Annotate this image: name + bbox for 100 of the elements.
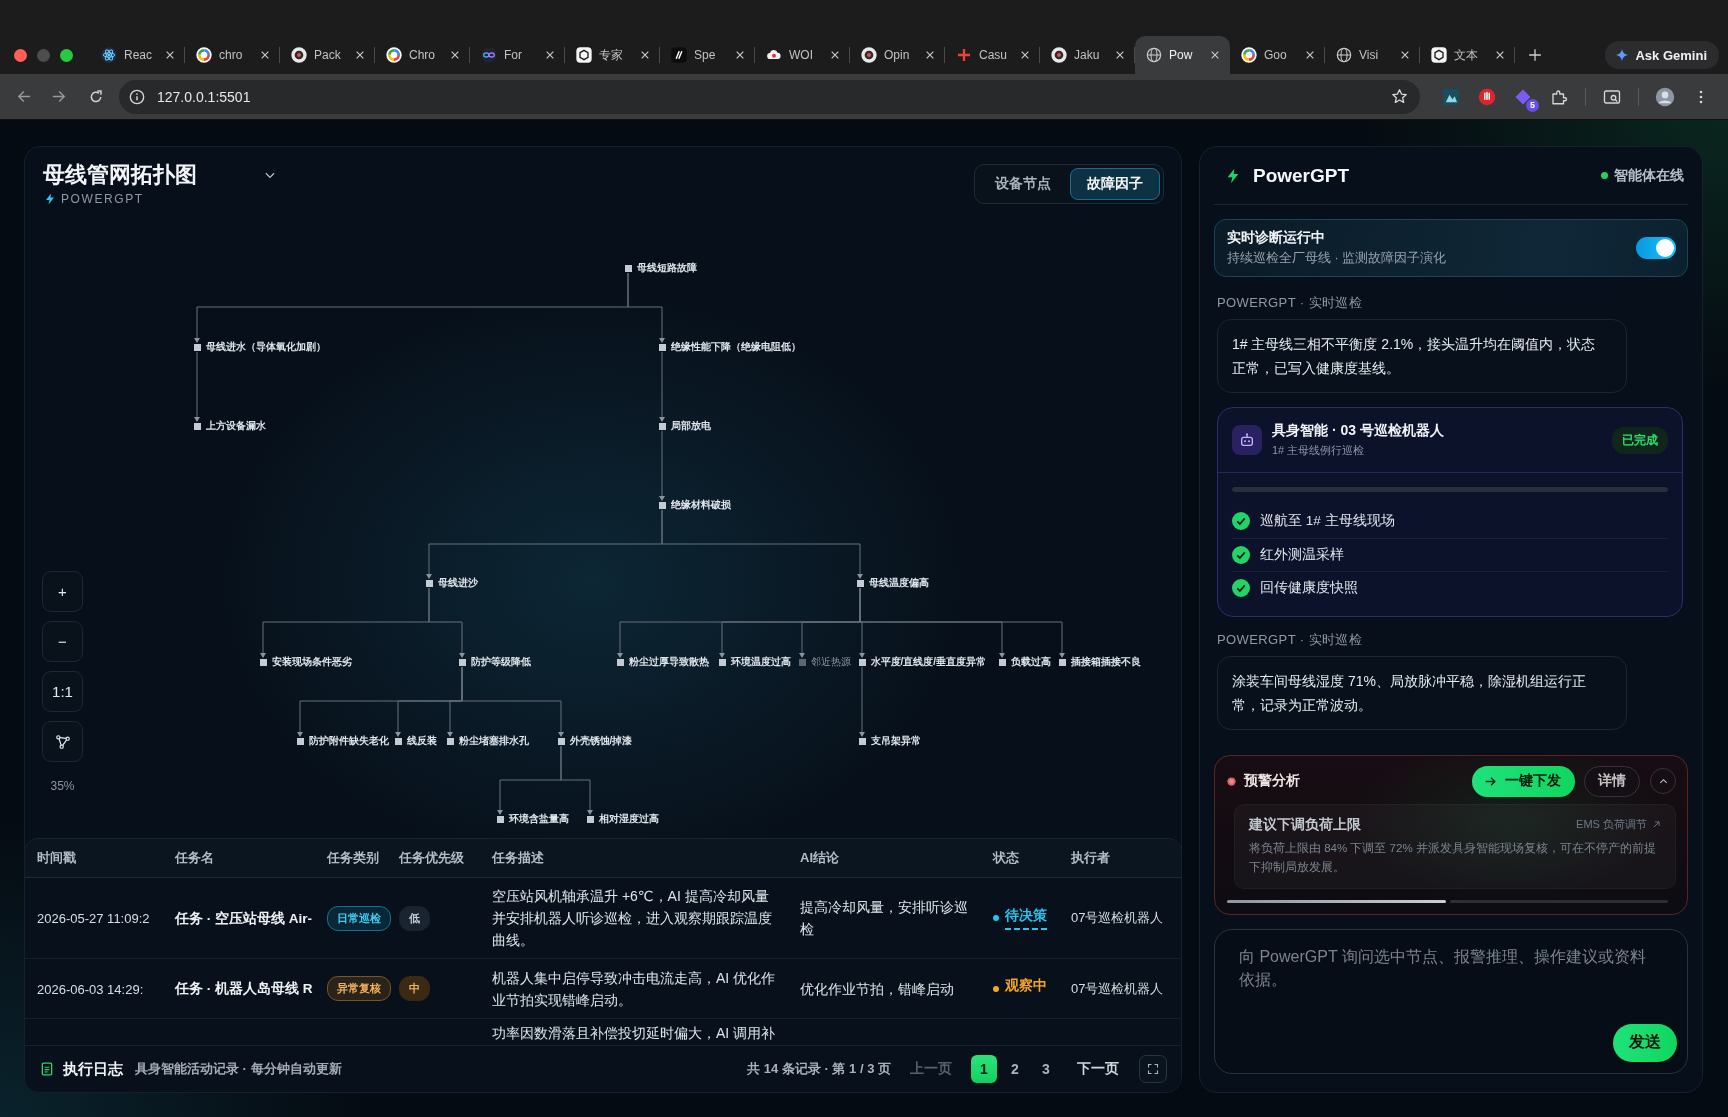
browser-tab[interactable]: Opin [850, 36, 945, 74]
node-label[interactable]: 负载过高 [1010, 656, 1051, 668]
close-icon[interactable] [1115, 50, 1125, 60]
alert-dot-icon [1227, 776, 1236, 786]
browser-tab[interactable]: Jaku [1040, 36, 1135, 74]
zoom-in-button[interactable]: + [42, 571, 83, 612]
close-icon[interactable] [925, 50, 935, 60]
alert-title: 预警分析 [1244, 772, 1300, 790]
node-marker-icon [718, 658, 726, 666]
node-label[interactable]: 防护附件缺失老化 [308, 735, 389, 747]
node-label[interactable]: 母线短路故障 [636, 262, 697, 274]
node-label[interactable]: 母线进水（导体氧化加剧） [205, 341, 326, 353]
disc-icon [291, 47, 307, 63]
hexagon-tile-icon [1431, 47, 1447, 63]
browser-tab[interactable]: Pack [280, 36, 375, 74]
online-status: 智能体在线 [1614, 166, 1684, 185]
close-icon[interactable] [450, 50, 460, 60]
node-label[interactable]: 插接箱插接不良 [1070, 656, 1141, 668]
close-icon[interactable] [830, 50, 840, 60]
reload-icon [88, 88, 104, 105]
node-label[interactable]: 环境含盐量高 [508, 813, 569, 825]
close-icon[interactable] [640, 50, 650, 60]
browser-tab[interactable]: Spe [660, 36, 755, 74]
live-subtitle: 持续巡检全厂母线 · 监测故障因子演化 [1227, 250, 1448, 267]
view-tab[interactable]: 设备节点 [978, 168, 1068, 200]
column-header: 执行者 [1071, 849, 1111, 867]
node-label[interactable]: 邻近热源 [810, 656, 851, 668]
node-label[interactable]: 水平度/直线度/垂直度异常 [870, 656, 987, 668]
close-icon[interactable] [1400, 50, 1410, 60]
dispatch-button[interactable]: 一键下发 [1472, 765, 1575, 797]
address-bar[interactable]: 127.0.0.1:5501 [119, 79, 1420, 114]
star-icon[interactable] [1391, 88, 1408, 105]
zoom-window-icon [60, 48, 73, 62]
pager-indicator[interactable] [1227, 899, 1446, 903]
node-label[interactable]: 母线进沙 [437, 577, 478, 589]
node-marker-icon [425, 579, 433, 587]
priority-tag: 低 [399, 905, 430, 931]
node-label[interactable]: 局部放电 [670, 420, 711, 432]
node-label[interactable]: 绝缘材料破损 [670, 499, 731, 511]
close-icon[interactable] [1020, 50, 1030, 60]
node-label[interactable]: 相对湿度过高 [598, 813, 659, 825]
close-icon[interactable] [1495, 50, 1505, 60]
browser-tab[interactable]: chro [185, 36, 280, 74]
close-icon[interactable] [355, 50, 365, 60]
status-text: 观察中 [1005, 977, 1047, 995]
node-label[interactable]: 外壳锈蚀/掉漆 [569, 735, 633, 747]
live-title: 实时诊断运行中 [1227, 229, 1326, 247]
status-badge: 已完成 [1612, 426, 1668, 454]
browser-tab[interactable]: Chro [375, 36, 470, 74]
disc-icon [1051, 47, 1067, 63]
ems-link[interactable]: EMS 负荷调节 [1576, 817, 1661, 832]
status-dot-icon [993, 985, 999, 992]
close-icon[interactable] [1210, 50, 1220, 60]
zoom-out-button[interactable]: − [42, 621, 83, 662]
node-label[interactable]: 防护等级降低 [470, 656, 531, 668]
node-label[interactable]: 母线温度偏高 [868, 577, 929, 589]
node-label[interactable]: 支吊架异常 [870, 735, 921, 747]
actual-size-button[interactable]: 1:1 [42, 671, 83, 712]
page-button[interactable]: 2 [1002, 1055, 1028, 1083]
plus-icon[interactable] [1528, 48, 1542, 62]
node-label[interactable]: 粉尘过厚导致散热 [628, 656, 709, 668]
close-icon[interactable] [165, 50, 175, 60]
close-icon[interactable] [1305, 50, 1315, 60]
browser-tab[interactable]: 文本 [1420, 36, 1515, 74]
browser-tab[interactable]: For [470, 36, 565, 74]
lightning-icon [44, 193, 56, 205]
next-page-link[interactable]: 下一页 [1077, 1060, 1119, 1078]
ask-gemini-button[interactable]: Ask Gemini [1605, 41, 1719, 69]
browser-tab[interactable]: Visi [1325, 36, 1420, 74]
view-tab[interactable]: 故障因子 [1070, 168, 1160, 200]
node-marker-icon [193, 422, 201, 430]
node-label[interactable]: 环境温度过高 [730, 656, 791, 668]
page-button[interactable]: 3 [1033, 1055, 1059, 1083]
node-label[interactable]: 粉尘堵塞排水孔 [458, 735, 529, 747]
close-icon[interactable] [735, 50, 745, 60]
node-label[interactable]: 上方设备漏水 [205, 420, 266, 432]
fullscreen-button[interactable] [1139, 1055, 1167, 1083]
extension-button[interactable]: 5 [1509, 82, 1537, 111]
status-text[interactable]: 待决策 [1005, 906, 1047, 930]
node-marker-icon [458, 658, 466, 666]
details-button[interactable]: 详情 [1584, 765, 1640, 797]
assistant-title: PowerGPT [1253, 164, 1350, 187]
timestamp-cell: 2026-06-03 14:29: [37, 981, 144, 997]
browser-tab[interactable]: WOI [755, 36, 850, 74]
node-label[interactable]: 线反装 [406, 735, 437, 747]
live-switch[interactable] [1636, 237, 1676, 259]
browser-tab[interactable]: Casu [945, 36, 1040, 74]
node-marker-icon [858, 737, 866, 745]
node-label[interactable]: 绝缘性能下降（绝缘电阻低） [670, 341, 801, 353]
browser-tab[interactable]: 专家 [565, 36, 660, 74]
fit-view-button[interactable] [42, 721, 83, 762]
status-dot-icon [993, 915, 999, 921]
node-label[interactable]: 安装现场条件恶劣 [271, 656, 352, 668]
connector-arrow [659, 430, 665, 501]
browser-tab[interactable]: Pow [1135, 36, 1230, 74]
browser-tab[interactable]: Reac [90, 36, 185, 74]
browser-tab[interactable]: Goo [1230, 36, 1325, 74]
close-icon[interactable] [545, 50, 555, 60]
page-button[interactable]: 1 [971, 1055, 997, 1083]
close-icon[interactable] [260, 50, 270, 60]
